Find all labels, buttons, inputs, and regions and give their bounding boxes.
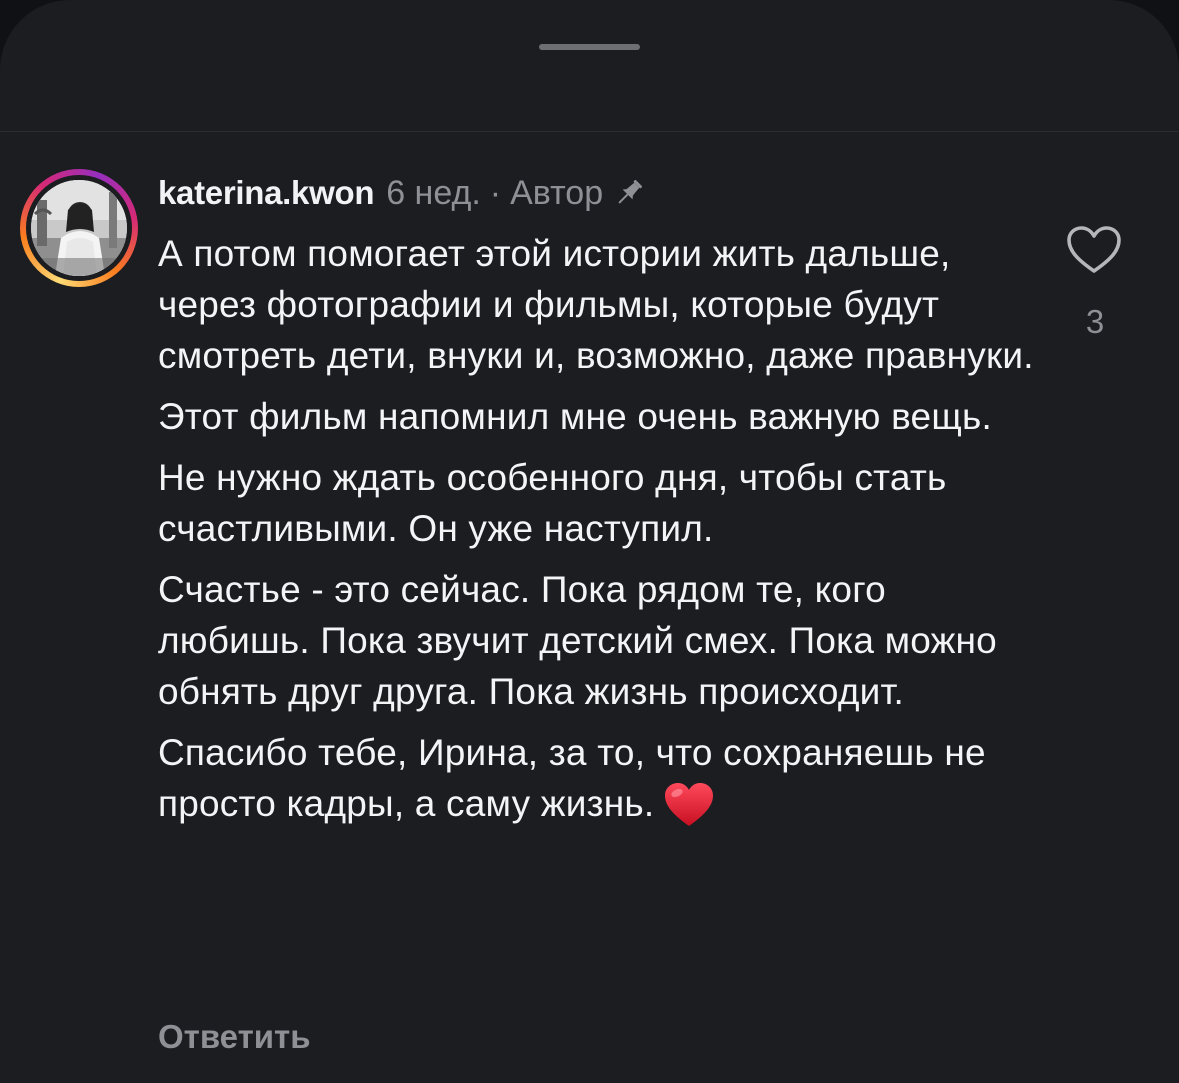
like-count: 3 [1085,303,1105,340]
comment-paragraph-2: Этот фильм напомнил мне очень важную вещ… [158,396,992,437]
sheet-header-divider [0,131,1179,132]
comments-sheet: katerina.kwon 6 нед. · Автор А потом пом… [0,0,1179,1083]
comment-username[interactable]: katerina.kwon [158,174,374,212]
comment-paragraph-4: Счастье - это сейчас. Пока рядом те, ког… [158,569,997,712]
red-heart-emoji [664,782,714,828]
comment-paragraph-5: Спасибо тебе, Ирина, за то, что сохраняе… [158,727,1038,829]
comment-paragraph-3: Не нужно ждать особенного дня, чтобы ста… [158,457,947,549]
avatar[interactable] [31,180,127,276]
heart-outline-icon [1067,226,1121,273]
pin-icon [611,175,647,211]
comment-timestamp: 6 нед. [386,173,481,212]
avatar-photo [31,180,127,276]
author-badge: Автор [510,173,604,212]
reply-button[interactable]: Ответить [158,1018,311,1056]
comment-paragraph-5-text: Спасибо тебе, Ирина, за то, что сохраняе… [158,732,986,824]
like-button[interactable] [1066,225,1122,275]
sheet-grabber-handle[interactable] [539,44,640,50]
story-ring[interactable] [20,169,138,287]
comment-text: А потом помогает этой истории жить дальш… [158,228,1038,839]
comment-paragraph-1: А потом помогает этой истории жить дальш… [158,233,1034,376]
meta-separator: · [489,173,502,212]
comment-header: katerina.kwon 6 нед. · Автор [158,170,647,216]
